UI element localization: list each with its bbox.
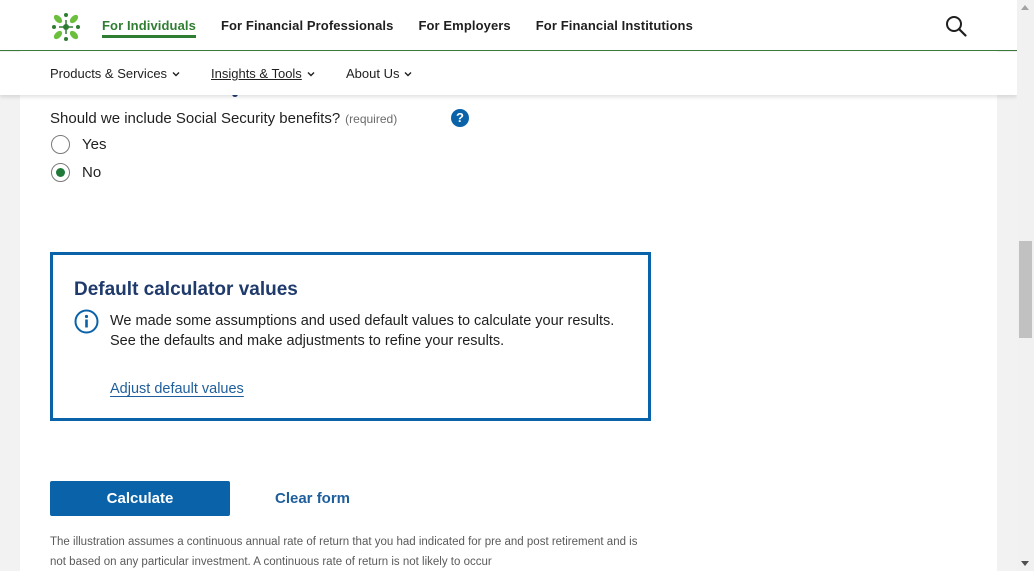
radio-option-no[interactable]: No	[51, 163, 101, 182]
notice-body: We made some assumptions and used defaul…	[110, 313, 615, 349]
chevron-down-icon	[172, 71, 180, 76]
calculate-button[interactable]: Calculate	[50, 481, 230, 516]
scroll-up-arrow-icon[interactable]	[1021, 5, 1029, 10]
help-icon[interactable]: ?	[451, 109, 469, 127]
chevron-down-icon	[307, 71, 315, 76]
adjust-default-values-link[interactable]: Adjust default values	[110, 381, 244, 397]
subnav-label: About Us	[346, 66, 400, 81]
disclaimer-text: The illustration assumes a continuous an…	[50, 536, 638, 568]
top-header: For Individuals For Financial Profession…	[0, 0, 1017, 51]
subnav-about-us[interactable]: About Us	[346, 66, 412, 81]
scrollbar-thumb[interactable]	[1019, 241, 1032, 338]
nav-for-individuals[interactable]: For Individuals	[102, 0, 196, 38]
nav-for-financial-institutions[interactable]: For Financial Institutions	[536, 0, 693, 51]
notice-title: Default calculator values	[74, 279, 298, 300]
social-security-question: Should we include Social Security benefi…	[50, 110, 397, 127]
question-label: Should we include Social Security benefi…	[50, 110, 341, 127]
radio-option-yes[interactable]: Yes	[51, 135, 106, 154]
required-indicator: (required)	[345, 111, 398, 126]
radio-yes[interactable]	[51, 135, 70, 154]
page-scrollbar[interactable]	[1017, 0, 1034, 571]
radio-label-no: No	[82, 164, 102, 181]
leaf-cluster-logo[interactable]	[50, 11, 82, 43]
subnav-label: Products & Services	[50, 66, 168, 81]
nav-for-financial-professionals[interactable]: For Financial Professionals	[221, 0, 393, 51]
secondary-nav: Products & Services Insights & Tools Abo…	[0, 52, 1017, 95]
scroll-down-arrow-icon[interactable]	[1021, 561, 1029, 566]
audience-nav: For Individuals For Financial Profession…	[102, 0, 718, 51]
subnav-products-services[interactable]: Products & Services	[50, 66, 180, 81]
default-values-notice: Default calculator values We made some a…	[50, 252, 651, 421]
radio-label-yes: Yes	[82, 136, 107, 153]
subnav-insights-tools[interactable]: Insights & Tools	[211, 66, 315, 81]
subnav-label: Insights & Tools	[211, 66, 302, 81]
info-icon	[74, 309, 99, 334]
search-icon[interactable]	[945, 15, 967, 37]
nav-for-employers[interactable]: For Employers	[418, 0, 510, 51]
chevron-down-icon	[404, 71, 412, 76]
radio-no[interactable]	[51, 163, 70, 182]
clear-form-link[interactable]: Clear form	[275, 490, 350, 507]
